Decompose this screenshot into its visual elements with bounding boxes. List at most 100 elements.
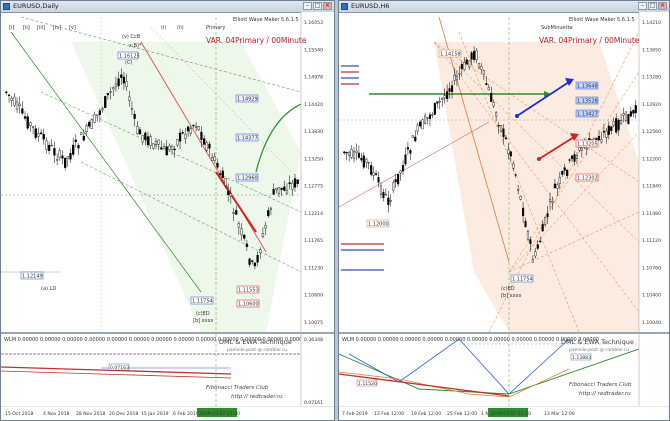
candle-body	[624, 111, 628, 122]
candle-body	[58, 150, 61, 159]
candle-body	[232, 212, 235, 214]
price-tick: 1.16053	[304, 20, 323, 26]
candle-body	[5, 91, 8, 94]
price-tick: 1.14420	[304, 102, 323, 108]
candle-body	[632, 110, 635, 114]
indicator-pane-wlm[interactable]: WLM 0.00000 0.00000 0.00000 0.00000 0.00…	[1, 334, 335, 406]
candle-body	[267, 210, 270, 217]
candle-body	[499, 125, 503, 132]
indicator-badge: 1.11520	[358, 381, 377, 387]
chart-wave-label: [b] xxxx	[193, 318, 214, 324]
chart-window-eurusd-h6[interactable]: EURUSD,H6 – □ × 1.14210 1.13650 1.13280 …	[338, 0, 670, 421]
candle-body	[458, 73, 461, 75]
candle-body	[208, 143, 211, 149]
close-button[interactable]: ×	[323, 2, 332, 10]
price-tick: 1.10600	[304, 293, 323, 299]
maximize-button[interactable]: □	[648, 2, 657, 10]
candle-body	[460, 64, 463, 70]
close-button[interactable]: ×	[658, 2, 667, 10]
price-box-text: 1.13528	[577, 99, 598, 105]
candle-body	[512, 163, 515, 169]
candle-body	[553, 183, 556, 189]
time-tick: 19 Feb 12:00	[411, 411, 441, 417]
candle-body	[541, 224, 544, 232]
candle-body	[130, 108, 134, 110]
price-box-text: 1.14377	[237, 136, 258, 142]
candle-body	[392, 182, 395, 191]
price-axis-bg	[301, 12, 334, 332]
candle-body	[170, 146, 174, 150]
chart-wave-label: (v) CcB	[122, 34, 141, 40]
candle-body	[178, 132, 182, 142]
candle-body	[573, 154, 576, 162]
minimize-button[interactable]: –	[638, 2, 647, 10]
wave-label: [iii]	[37, 25, 45, 31]
candle-body	[104, 96, 107, 108]
candle-body	[245, 243, 249, 247]
candle-body	[45, 140, 48, 150]
candle-body	[15, 101, 19, 110]
chart-window-eurusd-daily[interactable]: EURUSD,Daily – □ × 1.16053 1.15540 1.14978…	[0, 0, 335, 421]
price-chart-daily[interactable]: 1.16053 1.15540 1.14978 1.14420 1.13830 1.132…	[1, 12, 335, 332]
candle-body	[205, 142, 208, 151]
chart-wave-label: (a) LD	[41, 286, 56, 292]
indicator-pane-wlm[interactable]: WLM 0.00000 0.00000 0.00000 0.00000 0.00…	[339, 334, 670, 406]
candle-body	[379, 185, 383, 195]
candle-body	[504, 137, 507, 139]
candle-body	[55, 159, 59, 161]
candle-body	[355, 150, 358, 153]
brand-sub-label: pamsilo-post @ rambler.ru	[569, 347, 629, 353]
candle-body	[546, 213, 549, 218]
candle-body	[168, 145, 171, 150]
candle-body	[507, 149, 510, 154]
candle-body	[443, 95, 446, 99]
price-tick: 1.13650	[642, 47, 661, 53]
candle-body	[285, 190, 289, 194]
candle-body	[382, 192, 385, 199]
wave-label: [v]	[69, 25, 76, 31]
candle-body	[93, 114, 96, 123]
candle-body	[571, 155, 574, 160]
candle-body	[18, 103, 21, 107]
time-axis: 15 Oct 2018 4 Nov 2018 28 Nov 2018 20 De…	[1, 406, 334, 420]
candle-body	[426, 117, 429, 119]
candle-body	[42, 133, 45, 140]
candle-body	[585, 148, 588, 150]
candle-body	[446, 91, 449, 99]
candle-body	[419, 121, 422, 127]
candle-body	[216, 163, 219, 168]
candle-body	[370, 165, 373, 175]
maximize-button[interactable]: □	[313, 2, 322, 10]
indicator-scale-top: 0.36348	[304, 337, 323, 343]
candle-body	[219, 173, 222, 175]
candle-body	[101, 108, 104, 111]
candle-body	[597, 136, 601, 141]
candle-body	[138, 129, 142, 135]
candle-body	[492, 102, 495, 107]
price-box-text: 1.16125	[119, 54, 140, 60]
candle-body	[13, 96, 16, 106]
candle-body	[224, 178, 227, 186]
candle-body	[50, 144, 53, 147]
price-tick: 1.15540	[304, 47, 323, 53]
candle-body	[197, 126, 200, 131]
candle-body	[360, 158, 363, 161]
candle-body	[106, 93, 110, 96]
price-tick: 1.13830	[304, 129, 323, 135]
candle-body	[453, 75, 456, 81]
candle-body	[256, 255, 259, 263]
candle-body	[152, 143, 155, 149]
price-chart-h6[interactable]: 1.14210 1.13650 1.13280 1.12920 1.12560 1.122…	[339, 12, 670, 332]
candle-body	[490, 93, 493, 102]
candle-body	[497, 125, 500, 127]
wave-label: (ii)	[177, 25, 184, 31]
minimize-button[interactable]: –	[303, 2, 312, 10]
candle-body	[556, 184, 559, 189]
candle-body	[634, 105, 637, 114]
candle-body	[109, 91, 112, 93]
chart-window-icon	[3, 3, 10, 10]
price-box-text: 1.12000	[368, 222, 389, 228]
candle-body	[578, 146, 581, 151]
candle-body	[243, 234, 246, 239]
candle-body	[275, 187, 278, 190]
